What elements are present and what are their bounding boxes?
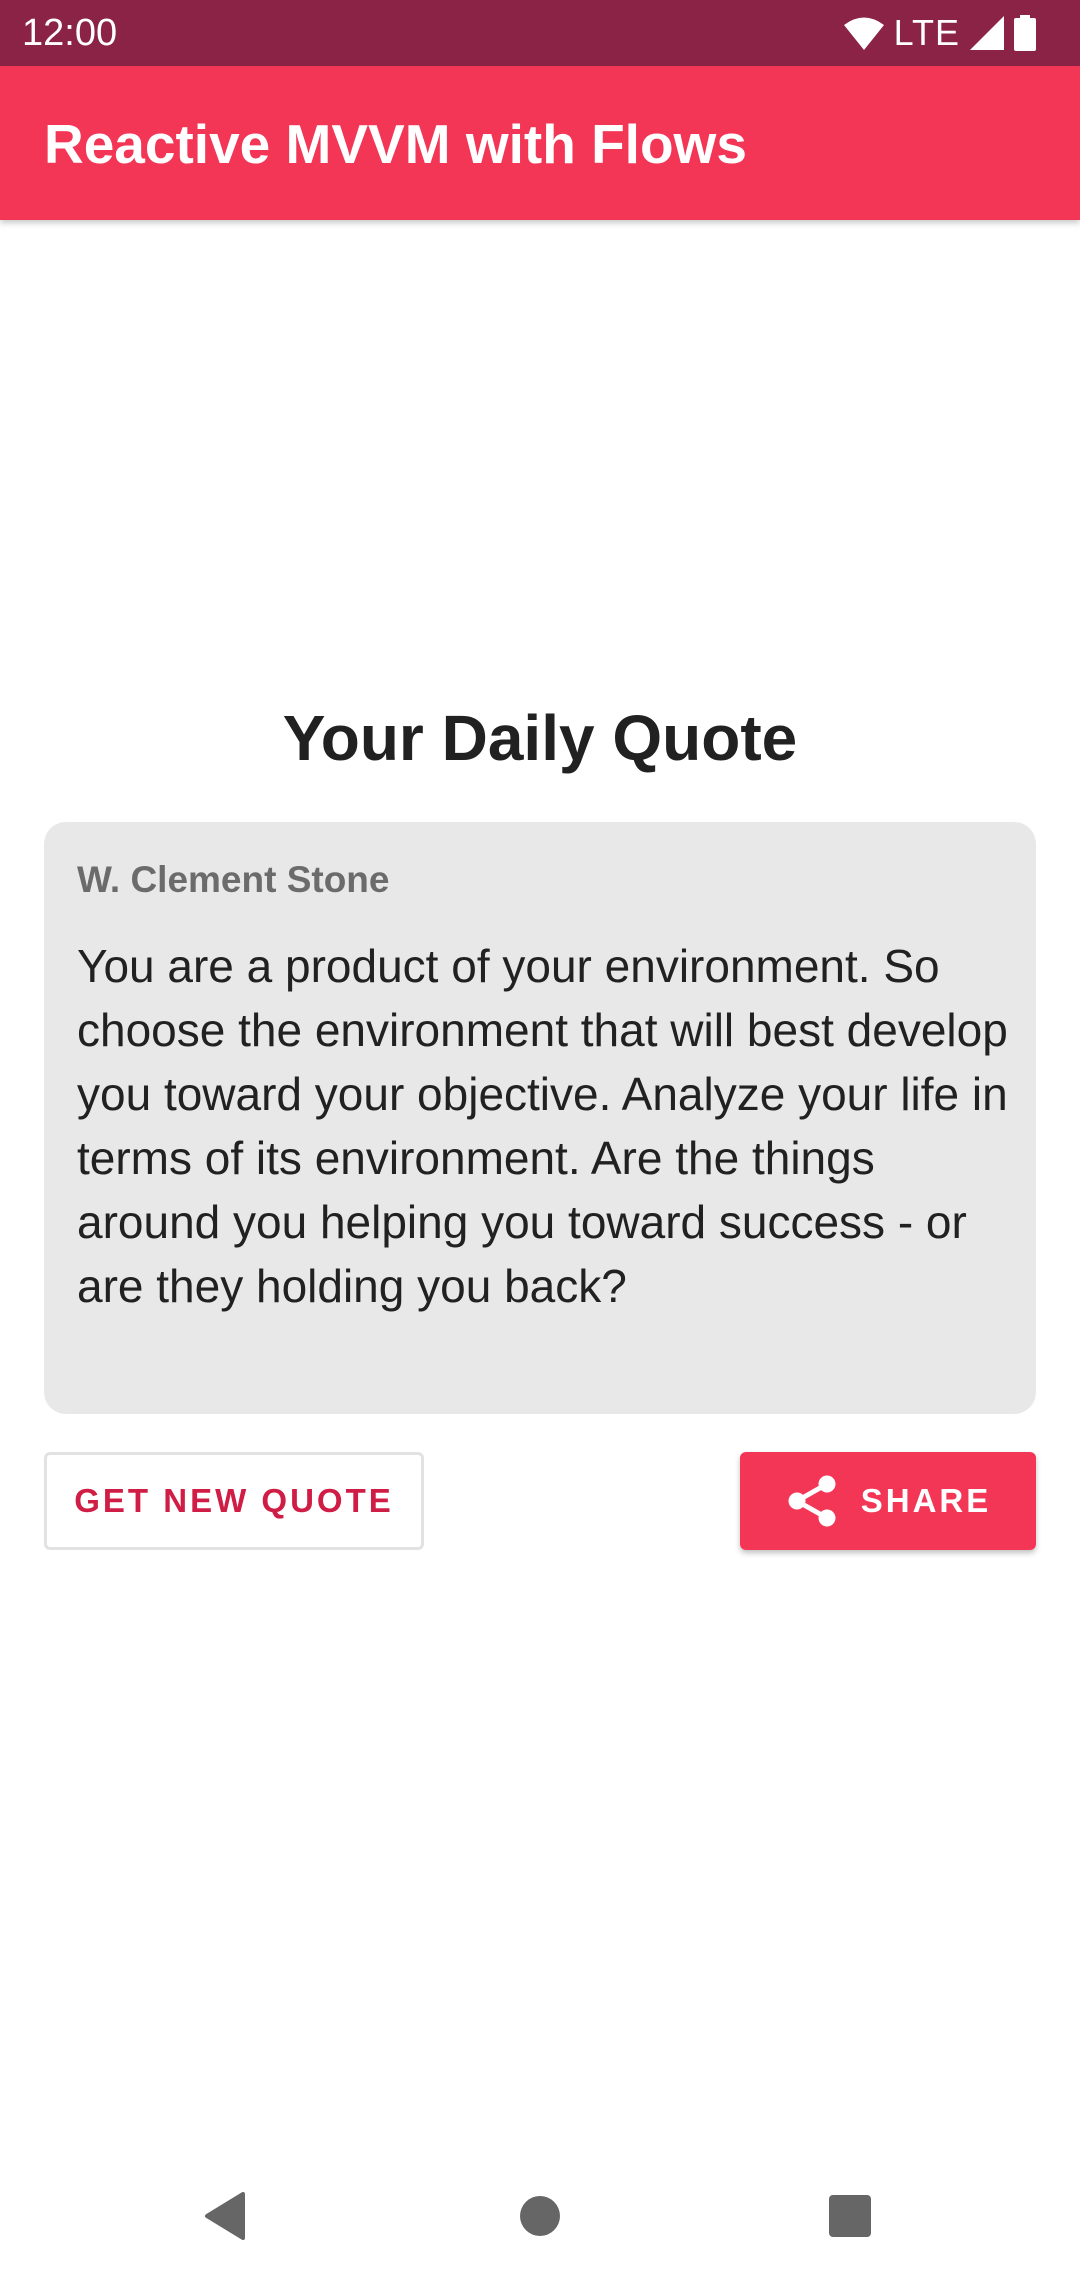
navigation-bar xyxy=(0,2150,1080,2280)
app-title: Reactive MVVM with Flows xyxy=(44,113,747,175)
quote-card: W. Clement Stone You are a product of yo… xyxy=(44,822,1036,1414)
quote-text: You are a product of your environment. S… xyxy=(77,940,1008,1312)
recents-icon xyxy=(829,2195,871,2237)
app-bar: Reactive MVVM with Flows xyxy=(0,66,1080,220)
network-type: LTE xyxy=(893,12,960,53)
quote-author: W. Clement Stone xyxy=(77,859,390,900)
status-icons: LTE xyxy=(843,12,1036,54)
status-bar: 12:00 LTE xyxy=(0,0,1080,66)
home-icon xyxy=(520,2196,560,2236)
share-label: SHARE xyxy=(860,1482,992,1519)
battery-icon xyxy=(1014,15,1036,51)
cell-signal-icon xyxy=(970,16,1004,50)
back-icon xyxy=(205,2192,245,2240)
share-icon xyxy=(788,1475,836,1527)
get-new-quote-button[interactable]: GET NEW QUOTE xyxy=(44,1452,424,1550)
get-new-quote-label: GET NEW QUOTE xyxy=(74,1482,394,1519)
nav-home-button[interactable] xyxy=(490,2166,590,2266)
share-button[interactable]: SHARE xyxy=(740,1452,1036,1550)
nav-back-button[interactable] xyxy=(176,2166,276,2266)
status-time: 12:00 xyxy=(22,12,118,54)
page-title: Your Daily Quote xyxy=(282,702,798,774)
nav-recents-button[interactable] xyxy=(800,2166,900,2266)
wifi-icon xyxy=(843,17,884,50)
